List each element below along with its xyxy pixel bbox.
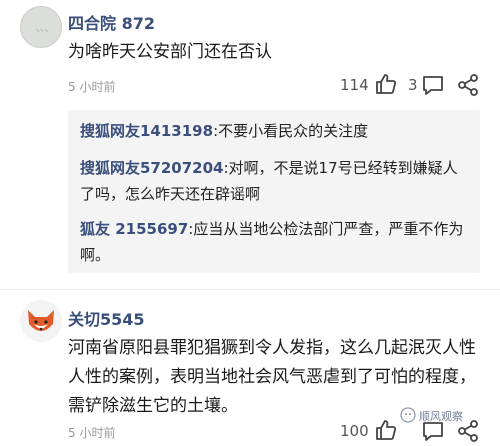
comment-icon[interactable] [421,73,445,97]
reply-item[interactable]: 搜狐网友57207204:对啊，不是说17号已经转到嫌疑人了吗，怎么昨天还在辟谣… [80,155,470,207]
reply-username[interactable]: 搜狐网友57207204 [80,159,224,177]
like-count: 100 [340,422,369,440]
replies-box: 搜狐网友1413198:不要小看民众的关注度 搜狐网友57207204:对啊，不… [68,110,480,273]
reply-text: :不要小看民众的关注度 [213,122,369,140]
like-count: 114 [340,76,369,94]
reply-item[interactable]: 搜狐网友1413198:不要小看民众的关注度 [80,118,470,144]
comment-icon[interactable] [421,419,445,443]
username[interactable]: 关切5545 [68,306,145,330]
username[interactable]: 四合院 872 [68,10,155,34]
reply-username[interactable]: 狐友 2155697 [80,220,188,238]
timestamp: 5 小时前 [68,80,116,94]
svg-text:∿∿∿: ∿∿∿ [36,28,49,34]
comment-content: 为啥昨天公安部门还在否认 [68,42,272,62]
reply-count: 3 [408,76,418,94]
thumbs-up-icon[interactable] [374,418,398,442]
share-icon[interactable] [456,419,480,443]
comment-content: 河南省原阳县罪犯猖獗到令人发指，这么几起泯灭人性人性的案例，表明当地社会风气恶虐… [68,338,476,416]
avatar[interactable] [20,300,62,342]
wechat-logo-icon [400,407,416,423]
avatar[interactable]: ∿∿∿ [20,6,62,48]
share-icon[interactable] [456,73,480,97]
divider [0,289,500,290]
timestamp: 5 小时前 [68,426,116,440]
reply-username[interactable]: 搜狐网友1413198 [80,122,213,140]
reply-item[interactable]: 狐友 2155697:应当从当地公检法部门严查，严重不作为啊。 [80,216,470,268]
thumbs-up-icon[interactable] [374,72,398,96]
